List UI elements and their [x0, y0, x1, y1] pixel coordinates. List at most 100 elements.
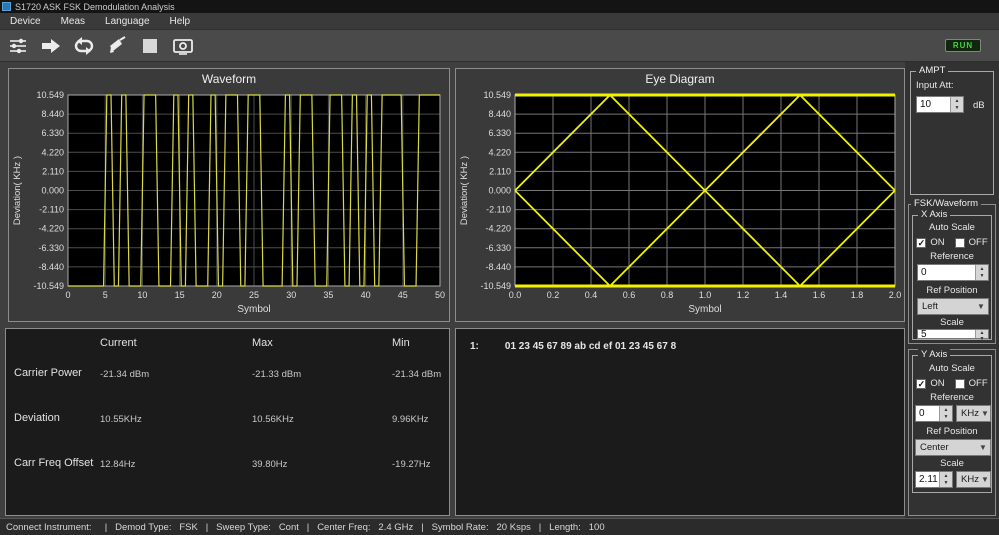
col-header-current: Current — [100, 337, 252, 367]
menu-help[interactable]: Help — [160, 13, 201, 29]
spin-up-icon[interactable]: ▲ — [976, 265, 988, 273]
y-scale-value[interactable] — [916, 472, 939, 487]
x-reference-spin-buttons[interactable]: ▲ ▼ — [975, 265, 988, 280]
svg-text:0.000: 0.000 — [488, 186, 511, 196]
y-reference-spinbox[interactable]: ▲ ▼ — [915, 405, 953, 422]
spin-up-icon[interactable]: ▲ — [940, 406, 952, 414]
menu-bar: Device Meas Language Help — [0, 13, 999, 30]
svg-text:Symbol: Symbol — [688, 304, 721, 315]
y-reference-spin-buttons[interactable]: ▲ ▼ — [939, 406, 952, 421]
x-reference-spinbox[interactable]: ▲ ▼ — [917, 264, 989, 281]
results-table: Current Max Min Carrier Power -21.34 dBm… — [6, 329, 449, 502]
svg-text:0.2: 0.2 — [547, 290, 560, 300]
y-scale-spinbox[interactable]: ▲ ▼ — [915, 471, 953, 488]
spin-down-icon[interactable]: ▼ — [951, 105, 963, 113]
y-scale-spin-buttons[interactable]: ▲ ▼ — [939, 472, 952, 487]
loop-icon — [73, 36, 95, 56]
carrier-power-max: -21.33 dBm — [252, 367, 392, 412]
spin-up-icon[interactable]: ▲ — [940, 472, 952, 480]
carrier-power-current: -21.34 dBm — [100, 367, 252, 412]
svg-text:2.0: 2.0 — [889, 290, 902, 300]
x-off-checkbox[interactable] — [955, 238, 965, 248]
screenshot-button[interactable] — [171, 34, 195, 58]
menu-device[interactable]: Device — [0, 13, 51, 29]
y-auto-scale-label: Auto Scale — [913, 363, 991, 374]
svg-text:45: 45 — [398, 290, 408, 300]
svg-text:30: 30 — [286, 290, 296, 300]
status-text: Connect Instrument: | Demod Type: FSK | … — [6, 522, 605, 533]
svg-text:6.330: 6.330 — [41, 128, 64, 138]
spin-down-icon[interactable]: ▼ — [940, 414, 952, 422]
y-axis-outer-group: Y Axis Auto Scale ✓ ON OFF Reference ▲ ▼… — [908, 349, 996, 516]
results-panel: Current Max Min Carrier Power -21.34 dBm… — [5, 328, 450, 516]
chevron-down-icon: ▼ — [974, 302, 988, 311]
svg-text:10.549: 10.549 — [36, 90, 64, 100]
symbol-panel: 1: 01 23 45 67 89 ab cd ef 01 23 45 67 8 — [455, 328, 905, 516]
settings-button[interactable] — [6, 34, 30, 58]
y-scale-unit: KHz — [957, 474, 980, 485]
svg-text:-6.330: -6.330 — [38, 243, 64, 253]
run-status-badge: RUN — [945, 39, 981, 52]
svg-text:0.6: 0.6 — [623, 290, 636, 300]
status-bar: Connect Instrument: | Demod Type: FSK | … — [0, 518, 999, 535]
spin-down-icon[interactable]: ▼ — [976, 336, 988, 342]
svg-text:50: 50 — [435, 290, 445, 300]
input-att-spinbox[interactable]: ▲ ▼ — [916, 96, 964, 113]
y-reference-value[interactable] — [916, 406, 939, 421]
window-title: S1720 ASK FSK Demodulation Analysis — [15, 2, 175, 12]
y-scale-unit-dropdown[interactable]: KHz ▼ — [956, 471, 991, 488]
x-axis-group: X Axis Auto Scale ✓ ON OFF Reference ▲ ▼… — [912, 215, 992, 340]
svg-text:1.4: 1.4 — [775, 290, 788, 300]
input-att-label: Input Att: — [916, 80, 954, 91]
stop-button[interactable] — [138, 34, 162, 58]
x-on-checkbox[interactable]: ✓ — [916, 238, 926, 248]
svg-text:8.440: 8.440 — [488, 109, 511, 119]
y-auto-scale-toggle: ✓ ON OFF — [913, 378, 991, 389]
symbol-hex-data: 01 23 45 67 89 ab cd ef 01 23 45 67 8 — [505, 341, 676, 352]
y-reference-label: Reference — [913, 392, 991, 403]
x-ref-position-dropdown[interactable]: Left ▼ — [917, 298, 989, 315]
svg-text:Deviation( KHz ): Deviation( KHz ) — [12, 156, 23, 225]
deviation-current: 10.55KHz — [100, 412, 252, 457]
y-ref-position-label: Ref Position — [913, 426, 991, 437]
input-att-value[interactable] — [917, 97, 950, 112]
x-scale-spin-buttons[interactable]: ▲ ▼ — [975, 330, 988, 338]
carr-freq-offset-min: -19.27Hz — [392, 457, 445, 502]
y-reference-unit-dropdown[interactable]: KHz ▼ — [956, 405, 991, 422]
x-reference-value[interactable] — [918, 265, 975, 280]
y-on-label: ON — [930, 378, 944, 389]
y-ref-position-dropdown[interactable]: Center ▼ — [915, 439, 991, 456]
spin-up-icon[interactable]: ▲ — [951, 97, 963, 105]
y-scale-label: Scale — [913, 458, 991, 469]
eye-diagram-panel: Eye Diagram 10.5498.4406.3304.2202.1100.… — [455, 68, 905, 322]
single-run-button[interactable] — [39, 34, 63, 58]
svg-text:8.440: 8.440 — [41, 109, 64, 119]
y-on-checkbox[interactable]: ✓ — [916, 379, 926, 389]
input-att-spin-buttons[interactable]: ▲ ▼ — [950, 97, 963, 112]
y-off-checkbox[interactable] — [955, 379, 965, 389]
x-scale-spinbox[interactable]: ▲ ▼ — [917, 329, 989, 339]
waveform-chart: 10.5498.4406.3304.2202.1100.000-2.110-4.… — [10, 89, 448, 319]
svg-text:2.110: 2.110 — [489, 166, 511, 176]
camera-icon — [172, 36, 194, 56]
continuous-run-button[interactable] — [72, 34, 96, 58]
deviation-max: 10.56KHz — [252, 412, 392, 457]
spacer — [14, 337, 100, 367]
svg-text:-8.440: -8.440 — [38, 262, 64, 272]
svg-text:35: 35 — [323, 290, 333, 300]
svg-text:5: 5 — [103, 290, 108, 300]
chevron-down-icon: ▼ — [980, 475, 990, 484]
spin-down-icon[interactable]: ▼ — [940, 480, 952, 488]
svg-text:0.8: 0.8 — [661, 290, 674, 300]
stop-icon — [141, 37, 159, 55]
symbol-line-number: 1: — [470, 341, 479, 352]
x-on-label: ON — [930, 237, 944, 248]
clear-button[interactable] — [105, 34, 129, 58]
symbol-line: 1: 01 23 45 67 89 ab cd ef 01 23 45 67 8 — [456, 329, 904, 352]
x-scale-value[interactable] — [918, 330, 975, 338]
row-label-deviation: Deviation — [14, 412, 100, 457]
svg-text:Symbol: Symbol — [237, 304, 270, 315]
menu-meas[interactable]: Meas — [51, 13, 95, 29]
spin-down-icon[interactable]: ▼ — [976, 273, 988, 281]
menu-language[interactable]: Language — [95, 13, 160, 29]
